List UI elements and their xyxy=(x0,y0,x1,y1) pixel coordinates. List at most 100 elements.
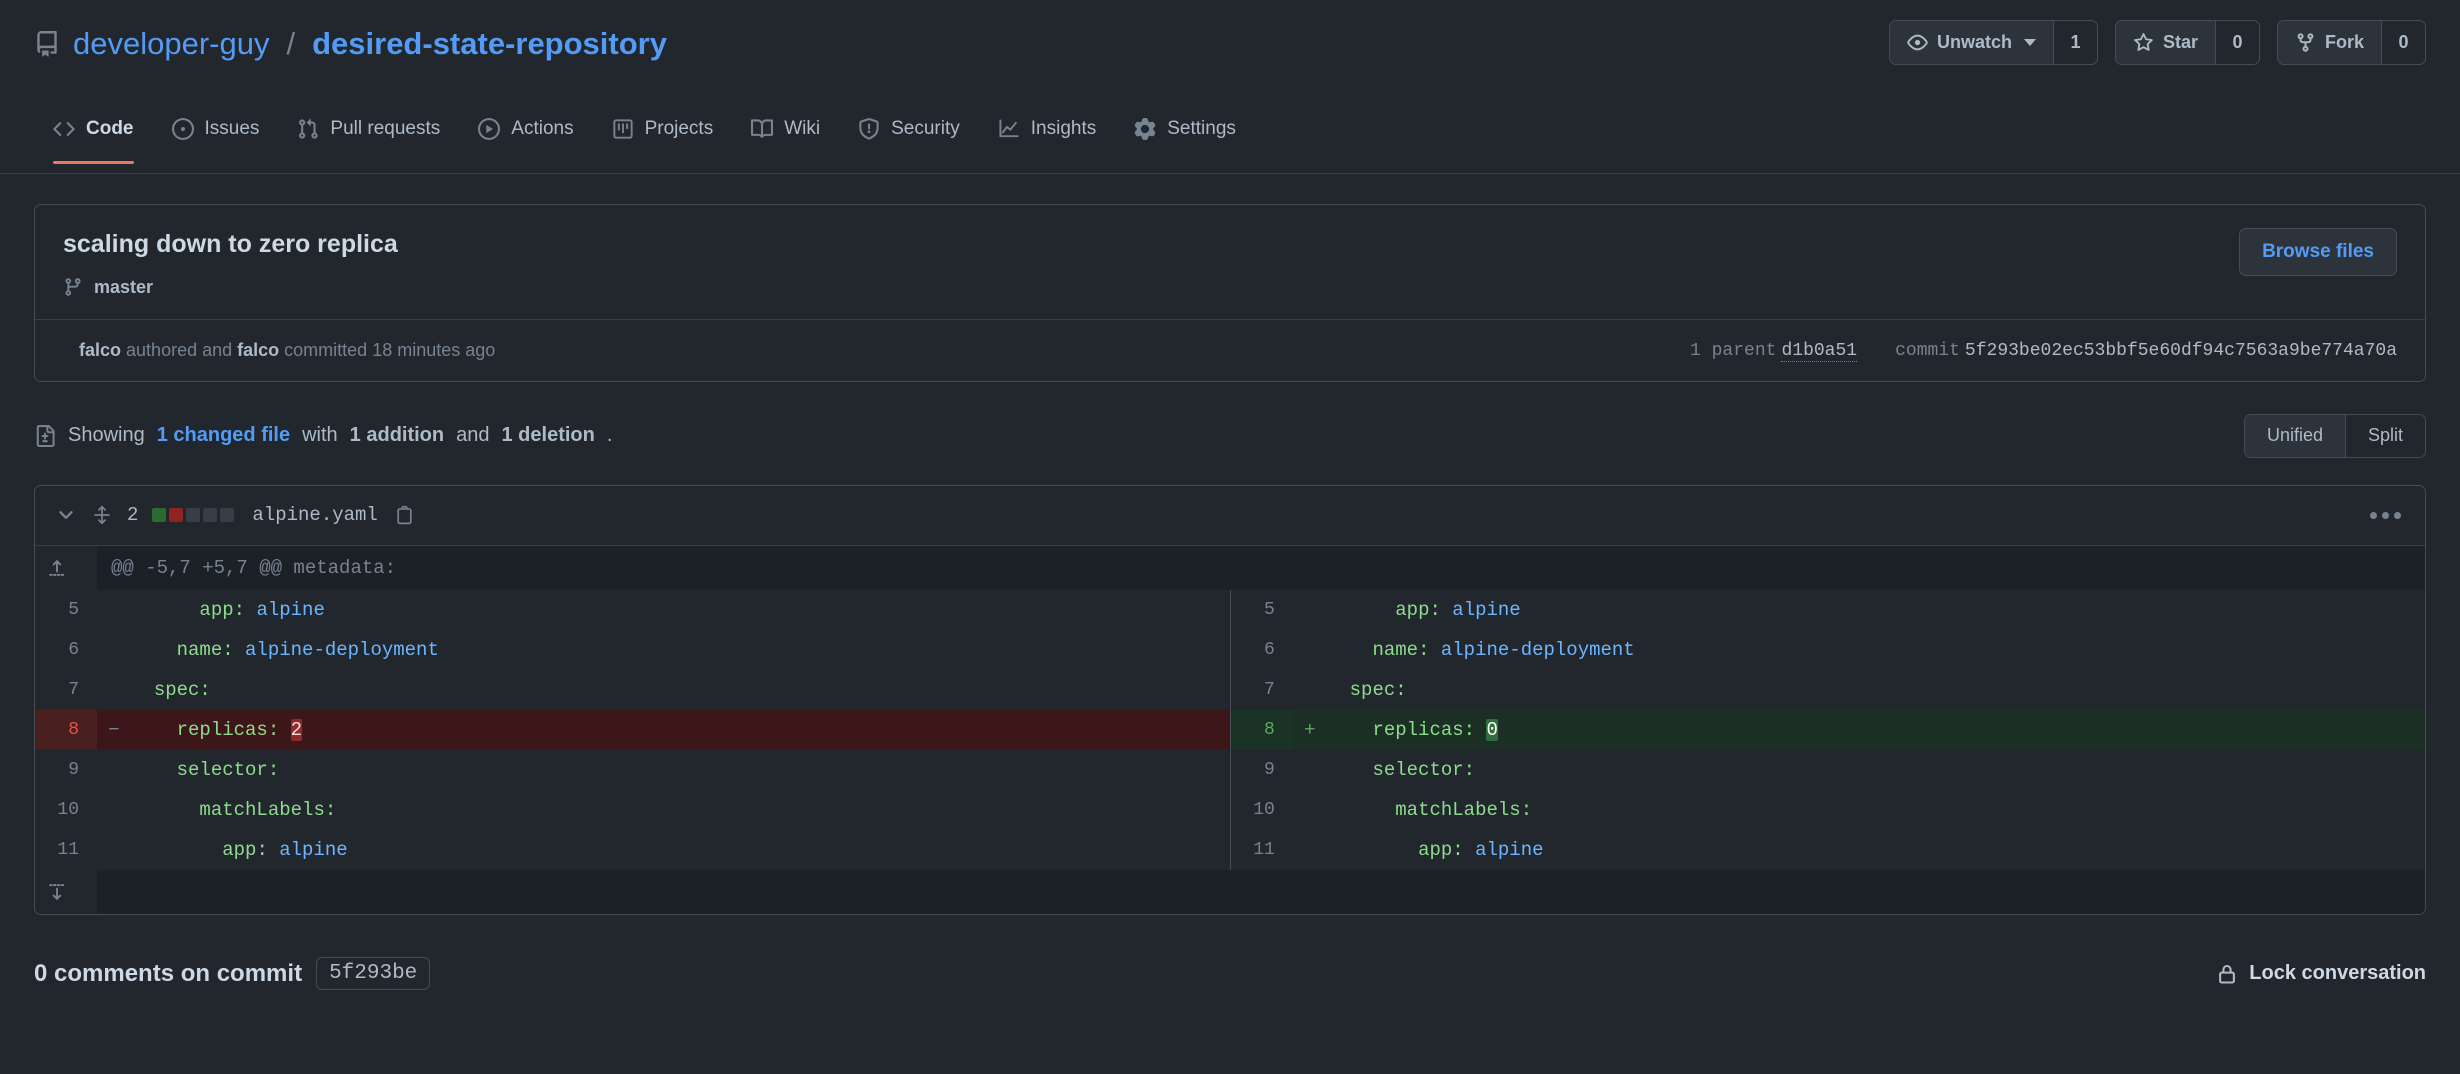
fork-button-group[interactable]: Fork 0 xyxy=(2277,20,2426,65)
diff-row-context: 9 selector: 9 selector: xyxy=(35,750,2425,790)
expand-up-button[interactable] xyxy=(35,546,97,590)
commit-branch[interactable]: master xyxy=(63,277,2239,298)
commit-hashes: 1 parent d1b0a51 commit 5f293be02ec53bbf… xyxy=(1690,339,2397,361)
tab-security[interactable]: Security xyxy=(839,110,979,164)
line-sign-left xyxy=(97,590,131,630)
commit-committer-name[interactable]: falco xyxy=(237,340,279,360)
line-code-left[interactable]: name: alpine-deployment xyxy=(131,630,1231,670)
tab-projects[interactable]: Projects xyxy=(593,110,733,164)
footer-sha-chip[interactable]: 5f293be xyxy=(316,957,430,990)
line-code-right[interactable]: app: alpine xyxy=(1327,590,2425,630)
diffstat-block-del xyxy=(169,508,183,522)
line-number-left[interactable]: 5 xyxy=(35,590,97,630)
yaml-key: app xyxy=(222,839,256,861)
yaml-value: alpine xyxy=(256,599,324,621)
unwatch-label: Unwatch xyxy=(1937,32,2012,53)
line-code-right[interactable]: selector: xyxy=(1327,750,2425,790)
line-number-right[interactable]: 11 xyxy=(1231,830,1293,870)
line-number-right[interactable]: 5 xyxy=(1231,590,1293,630)
commit-sha-value[interactable]: 5f293be02ec53bbf5e60df94c7563a9be774a70a xyxy=(1965,341,2397,361)
browse-files-button[interactable]: Browse files xyxy=(2239,228,2397,276)
fork-button[interactable]: Fork xyxy=(2278,21,2381,64)
tab-insights[interactable]: Insights xyxy=(979,110,1115,164)
watch-count[interactable]: 1 xyxy=(2053,21,2097,64)
word-diff-added-value: 0 xyxy=(1486,719,1497,741)
lock-conversation-button[interactable]: Lock conversation xyxy=(2216,962,2426,985)
file-name[interactable]: alpine.yaml xyxy=(252,504,377,526)
line-number-right[interactable]: 9 xyxy=(1231,750,1293,790)
yaml-key: matchLabels xyxy=(199,799,324,821)
line-code-left[interactable]: selector: xyxy=(131,750,1231,790)
yaml-key: spec xyxy=(154,679,200,701)
diff-row-context: 6 name: alpine-deployment 6 name: alpine… xyxy=(35,630,2425,670)
line-number-left[interactable]: 7 xyxy=(35,670,97,710)
yaml-value: alpine xyxy=(1452,599,1520,621)
line-code-left[interactable]: matchLabels: xyxy=(131,790,1231,830)
star-count[interactable]: 0 xyxy=(2215,21,2259,64)
indent xyxy=(1327,839,1418,861)
line-number-right[interactable]: 10 xyxy=(1231,790,1293,830)
line-code-right[interactable]: spec: xyxy=(1327,670,2425,710)
line-code-left[interactable]: app: alpine xyxy=(131,830,1231,870)
star-label: Star xyxy=(2163,32,2198,53)
indent xyxy=(1327,679,1350,701)
line-number-right[interactable]: 6 xyxy=(1231,630,1293,670)
copy-path-icon[interactable] xyxy=(394,505,415,526)
tab-actions[interactable]: Actions xyxy=(459,110,592,164)
file-options-menu[interactable] xyxy=(2370,512,2401,519)
tab-pull-requests-label: Pull requests xyxy=(330,118,440,140)
line-number-left[interactable]: 6 xyxy=(35,630,97,670)
line-code-left[interactable]: app: alpine xyxy=(131,590,1231,630)
tab-code[interactable]: Code xyxy=(34,110,153,164)
diffstat-block-neutral xyxy=(220,508,234,522)
line-sign-right xyxy=(1293,670,1327,710)
watch-button-group[interactable]: Unwatch 1 xyxy=(1889,20,2098,65)
gear-icon xyxy=(1134,118,1156,140)
showing-prefix: Showing xyxy=(68,424,145,447)
unwatch-button[interactable]: Unwatch xyxy=(1890,21,2053,64)
parent-sha[interactable]: d1b0a51 xyxy=(1781,341,1857,362)
line-code-deleted[interactable]: replicas: 2 xyxy=(131,710,1231,750)
commit-sha-info: commit 5f293be02ec53bbf5e60df94c7563a9be… xyxy=(1895,339,2397,361)
line-code-added[interactable]: replicas: 0 xyxy=(1327,710,2425,750)
commit-author-name[interactable]: falco xyxy=(79,340,121,360)
chevron-down-icon[interactable] xyxy=(55,504,77,526)
unified-view-button[interactable]: Unified xyxy=(2245,415,2345,457)
indent xyxy=(131,839,222,861)
indent xyxy=(1327,639,1373,661)
star-button[interactable]: Star xyxy=(2116,21,2215,64)
split-view-button[interactable]: Split xyxy=(2345,415,2425,457)
expand-bottom-row xyxy=(35,870,2425,914)
line-number-right[interactable]: 7 xyxy=(1231,670,1293,710)
move-handle-icon[interactable] xyxy=(91,504,113,526)
line-number-left[interactable]: 9 xyxy=(35,750,97,790)
tab-issues[interactable]: Issues xyxy=(153,110,279,164)
line-number-left[interactable]: 10 xyxy=(35,790,97,830)
colon: : xyxy=(325,799,336,821)
issue-opened-icon xyxy=(172,118,194,140)
diff-row-context: 11 app: alpine 11 app: alpine xyxy=(35,830,2425,870)
star-button-group[interactable]: Star 0 xyxy=(2115,20,2260,65)
diff-row-context: 10 matchLabels: 10 matchLabels: xyxy=(35,790,2425,830)
fork-icon xyxy=(2295,32,2316,53)
tab-settings-label: Settings xyxy=(1167,118,1236,140)
line-number-left[interactable]: 11 xyxy=(35,830,97,870)
breadcrumb: developer-guy / desired-state-repository xyxy=(34,0,667,62)
changed-files-link[interactable]: 1 changed file xyxy=(157,424,290,447)
repo-owner-link[interactable]: developer-guy xyxy=(73,26,269,62)
line-code-right[interactable]: name: alpine-deployment xyxy=(1327,630,2425,670)
yaml-key: matchLabels xyxy=(1395,799,1520,821)
line-code-left[interactable]: spec: xyxy=(131,670,1231,710)
indent xyxy=(131,799,199,821)
line-code-right[interactable]: app: alpine xyxy=(1327,830,2425,870)
fork-count[interactable]: 0 xyxy=(2381,21,2425,64)
tab-settings[interactable]: Settings xyxy=(1115,110,1255,164)
showing-period: . xyxy=(607,424,613,447)
line-number-right-added[interactable]: 8 xyxy=(1231,710,1293,750)
tab-pull-requests[interactable]: Pull requests xyxy=(278,110,459,164)
expand-down-button[interactable] xyxy=(35,870,97,914)
line-number-left-deleted[interactable]: 8 xyxy=(35,710,97,750)
line-code-right[interactable]: matchLabels: xyxy=(1327,790,2425,830)
repo-name-link[interactable]: desired-state-repository xyxy=(312,26,667,62)
tab-wiki[interactable]: Wiki xyxy=(732,110,839,164)
